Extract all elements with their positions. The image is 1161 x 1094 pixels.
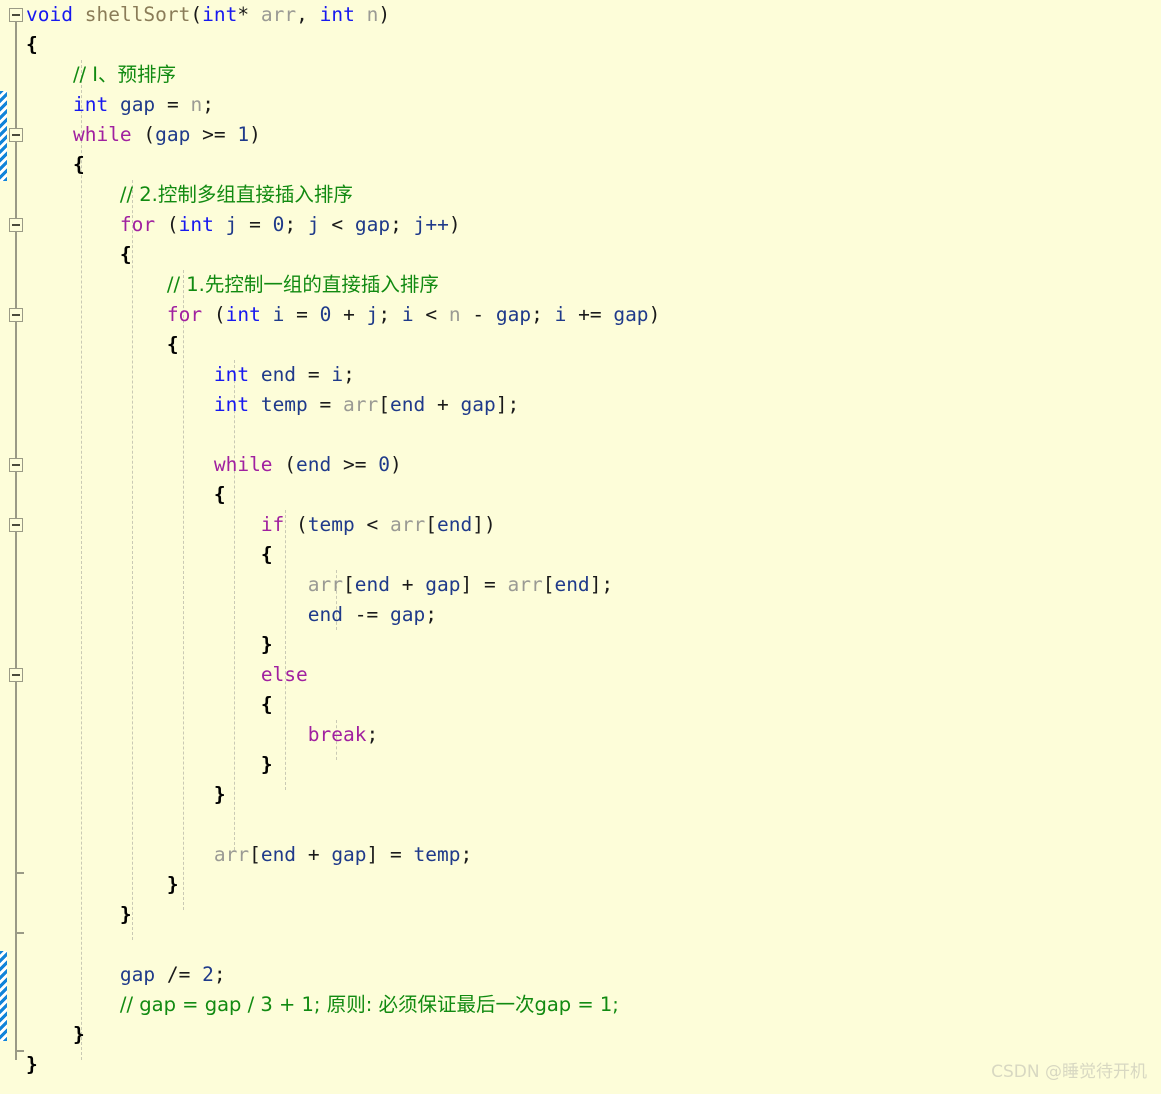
code-line: { — [260, 693, 273, 716]
code-line: else — [260, 663, 308, 686]
code-line: while (end >= 0) — [213, 453, 402, 476]
code-line: int gap = n; — [72, 93, 214, 116]
code-line: } — [213, 783, 226, 806]
code-line: for (int j = 0; j < gap; j++) — [119, 213, 461, 236]
code-line: arr[end + gap] = temp; — [213, 843, 473, 866]
code-line: { — [26, 33, 38, 56]
code-line: } — [166, 873, 179, 896]
fold-marker-else[interactable] — [9, 668, 23, 682]
code-line: { — [166, 333, 179, 356]
code-line: } — [26, 1053, 38, 1076]
fold-end-tick-function — [15, 1050, 24, 1052]
fold-connector-line — [15, 18, 17, 1060]
fold-marker-while[interactable] — [9, 128, 23, 142]
code-line: break; — [307, 723, 379, 746]
code-line: { — [213, 483, 226, 506]
fold-marker-for-inner[interactable] — [9, 308, 23, 322]
change-bar-top — [0, 91, 7, 181]
code-line: } — [260, 753, 273, 776]
code-line: // gap = gap / 3 + 1; 原则: 必须保证最后一次gap = … — [119, 993, 619, 1016]
code-line: } — [260, 633, 273, 656]
code-line: arr[end + gap] = arr[end]; — [307, 573, 614, 596]
code-line: // 2.控制多组直接插入排序 — [119, 183, 353, 206]
change-bar-bottom — [0, 951, 7, 1041]
code-line: } — [72, 1023, 85, 1046]
fold-end-tick-outer — [15, 932, 24, 934]
code-line: void shellSort(int* arr, int n) — [26, 3, 391, 26]
fold-marker-while-inner[interactable] — [9, 458, 23, 472]
code-line: { — [119, 243, 132, 266]
fold-marker-function[interactable] — [9, 8, 23, 22]
code-line: { — [260, 543, 273, 566]
code-line: } — [119, 903, 132, 926]
code-line: // 1.先控制一组的直接插入排序 — [166, 273, 439, 296]
code-line: int temp = arr[end + gap]; — [213, 393, 520, 416]
code-line: while (gap >= 1) — [72, 123, 261, 146]
code-line: // I、预排序 — [72, 63, 177, 86]
code-line: if (temp < arr[end]) — [260, 513, 496, 536]
code-line: int end = i; — [213, 363, 355, 386]
code-editor-surface[interactable]: void shellSort(int* arr, int n) { // I、预… — [0, 0, 1161, 1094]
csdn-watermark: CSDN @睡觉待开机 — [991, 1062, 1147, 1082]
fold-end-tick-inner — [15, 872, 24, 874]
code-line: end -= gap; — [307, 603, 437, 626]
code-line: { — [72, 153, 85, 176]
code-line: for (int i = 0 + j; i < n - gap; i += ga… — [166, 303, 661, 326]
code-line: gap /= 2; — [119, 963, 226, 986]
fold-marker-if[interactable] — [9, 518, 23, 532]
fold-marker-for-outer[interactable] — [9, 218, 23, 232]
